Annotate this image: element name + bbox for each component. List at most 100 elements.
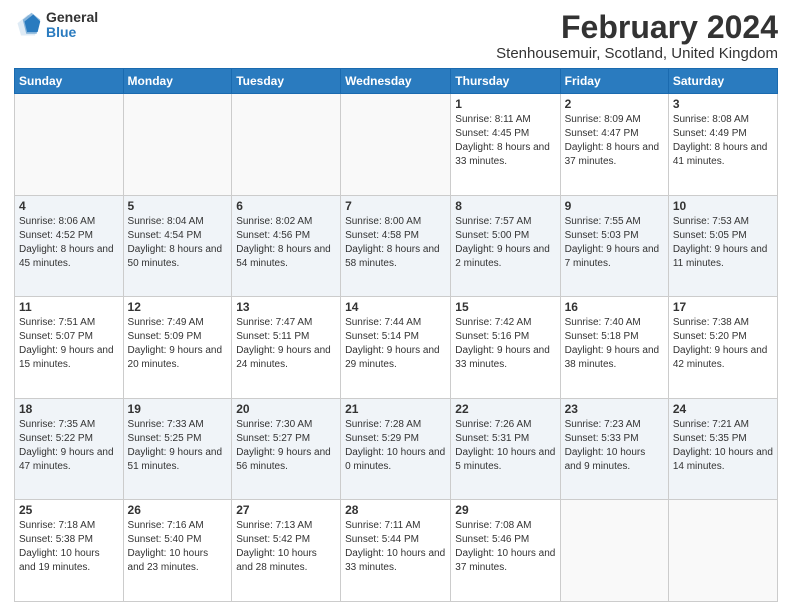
col-thursday: Thursday bbox=[451, 69, 560, 94]
day-info: Sunrise: 7:33 AM Sunset: 5:25 PM Dayligh… bbox=[128, 418, 228, 474]
calendar-body: 1 Sunrise: 8:11 AM Sunset: 4:45 PM Daylig… bbox=[15, 94, 778, 602]
calendar-title: February 2024 bbox=[496, 10, 778, 45]
week-row-2: 11 Sunrise: 7:51 AM Sunset: 5:07 PM Dayli… bbox=[15, 297, 778, 399]
day-cell: 10 Sunrise: 7:53 AM Sunset: 5:05 PM Dayli… bbox=[668, 195, 777, 297]
day-cell: 13Sunrise: 7:47 AM Sunset: 5:11 PM Dayli… bbox=[232, 297, 341, 399]
day-cell: 5 Sunrise: 8:04 AM Sunset: 4:54 PM Daylig… bbox=[123, 195, 232, 297]
day-number: 14 bbox=[345, 300, 446, 314]
logo-general-text: General bbox=[46, 10, 98, 25]
day-cell: 2 Sunrise: 8:09 AM Sunset: 4:47 PM Daylig… bbox=[560, 94, 668, 196]
day-cell: 20 Sunrise: 7:30 AM Sunset: 5:27 PM Dayli… bbox=[232, 398, 341, 500]
day-number: 6 bbox=[236, 199, 336, 213]
day-cell bbox=[560, 500, 668, 602]
col-tuesday: Tuesday bbox=[232, 69, 341, 94]
day-cell: 15Sunrise: 7:42 AM Sunset: 5:16 PM Dayli… bbox=[451, 297, 560, 399]
day-cell: 28 Sunrise: 7:11 AM Sunset: 5:44 PM Dayli… bbox=[341, 500, 451, 602]
week-row-4: 25 Sunrise: 7:18 AM Sunset: 5:38 PM Dayli… bbox=[15, 500, 778, 602]
calendar-subtitle: Stenhousemuir, Scotland, United Kingdom bbox=[496, 45, 778, 62]
day-number: 11 bbox=[19, 300, 119, 314]
day-info: Sunrise: 7:40 AM Sunset: 5:18 PM Dayligh… bbox=[565, 316, 664, 372]
day-number: 13 bbox=[236, 300, 336, 314]
day-info: Sunrise: 8:09 AM Sunset: 4:47 PM Dayligh… bbox=[565, 113, 664, 169]
week-row-3: 18Sunrise: 7:35 AM Sunset: 5:22 PM Dayli… bbox=[15, 398, 778, 500]
day-info: Sunrise: 8:11 AM Sunset: 4:45 PM Dayligh… bbox=[455, 113, 555, 169]
week-row-1: 4Sunrise: 8:06 AM Sunset: 4:52 PM Daylig… bbox=[15, 195, 778, 297]
day-number: 1 bbox=[455, 97, 555, 111]
calendar-table: Sunday Monday Tuesday Wednesday Thursday… bbox=[14, 68, 778, 602]
day-info: Sunrise: 7:55 AM Sunset: 5:03 PM Dayligh… bbox=[565, 215, 664, 271]
day-info: Sunrise: 7:11 AM Sunset: 5:44 PM Dayligh… bbox=[345, 519, 446, 575]
day-info: Sunrise: 8:04 AM Sunset: 4:54 PM Dayligh… bbox=[128, 215, 228, 271]
day-info: Sunrise: 7:21 AM Sunset: 5:35 PM Dayligh… bbox=[673, 418, 773, 474]
day-number: 3 bbox=[673, 97, 773, 111]
logo-blue-text: Blue bbox=[46, 25, 98, 40]
header-row: Sunday Monday Tuesday Wednesday Thursday… bbox=[15, 69, 778, 94]
day-number: 27 bbox=[236, 503, 336, 517]
day-info: Sunrise: 8:00 AM Sunset: 4:58 PM Dayligh… bbox=[345, 215, 446, 271]
day-info: Sunrise: 7:51 AM Sunset: 5:07 PM Dayligh… bbox=[19, 316, 119, 372]
header: General Blue February 2024 Stenhousemuir… bbox=[14, 10, 778, 62]
day-number: 4 bbox=[19, 199, 119, 213]
day-number: 7 bbox=[345, 199, 446, 213]
day-cell bbox=[668, 500, 777, 602]
day-cell: 17 Sunrise: 7:38 AM Sunset: 5:20 PM Dayli… bbox=[668, 297, 777, 399]
col-monday: Monday bbox=[123, 69, 232, 94]
day-number: 9 bbox=[565, 199, 664, 213]
day-info: Sunrise: 7:16 AM Sunset: 5:40 PM Dayligh… bbox=[128, 519, 228, 575]
day-number: 5 bbox=[128, 199, 228, 213]
day-cell: 4Sunrise: 8:06 AM Sunset: 4:52 PM Daylig… bbox=[15, 195, 124, 297]
day-cell: 14 Sunrise: 7:44 AM Sunset: 5:14 PM Dayli… bbox=[341, 297, 451, 399]
day-cell: 25 Sunrise: 7:18 AM Sunset: 5:38 PM Dayli… bbox=[15, 500, 124, 602]
day-cell: 22 Sunrise: 7:26 AM Sunset: 5:31 PM Dayli… bbox=[451, 398, 560, 500]
day-number: 28 bbox=[345, 503, 446, 517]
day-cell: 26Sunrise: 7:16 AM Sunset: 5:40 PM Dayli… bbox=[123, 500, 232, 602]
day-number: 20 bbox=[236, 402, 336, 416]
logo-icon bbox=[14, 11, 42, 39]
day-cell: 21Sunrise: 7:28 AM Sunset: 5:29 PM Dayli… bbox=[341, 398, 451, 500]
day-cell: 19 Sunrise: 7:33 AM Sunset: 5:25 PM Dayli… bbox=[123, 398, 232, 500]
week-row-0: 1 Sunrise: 8:11 AM Sunset: 4:45 PM Daylig… bbox=[15, 94, 778, 196]
day-cell: 9 Sunrise: 7:55 AM Sunset: 5:03 PM Daylig… bbox=[560, 195, 668, 297]
day-number: 16 bbox=[565, 300, 664, 314]
day-info: Sunrise: 8:02 AM Sunset: 4:56 PM Dayligh… bbox=[236, 215, 336, 271]
day-info: Sunrise: 8:08 AM Sunset: 4:49 PM Dayligh… bbox=[673, 113, 773, 169]
day-cell bbox=[15, 94, 124, 196]
col-wednesday: Wednesday bbox=[341, 69, 451, 94]
day-info: Sunrise: 7:49 AM Sunset: 5:09 PM Dayligh… bbox=[128, 316, 228, 372]
day-info: Sunrise: 7:35 AM Sunset: 5:22 PM Dayligh… bbox=[19, 418, 119, 474]
day-number: 10 bbox=[673, 199, 773, 213]
day-info: Sunrise: 7:23 AM Sunset: 5:33 PM Dayligh… bbox=[565, 418, 664, 474]
day-number: 23 bbox=[565, 402, 664, 416]
day-cell: 23 Sunrise: 7:23 AM Sunset: 5:33 PM Dayli… bbox=[560, 398, 668, 500]
day-cell: 7 Sunrise: 8:00 AM Sunset: 4:58 PM Daylig… bbox=[341, 195, 451, 297]
logo: General Blue bbox=[14, 10, 98, 41]
day-number: 15 bbox=[455, 300, 555, 314]
day-cell: 1 Sunrise: 8:11 AM Sunset: 4:45 PM Daylig… bbox=[451, 94, 560, 196]
day-info: Sunrise: 7:57 AM Sunset: 5:00 PM Dayligh… bbox=[455, 215, 555, 271]
day-info: Sunrise: 7:44 AM Sunset: 5:14 PM Dayligh… bbox=[345, 316, 446, 372]
day-info: Sunrise: 7:18 AM Sunset: 5:38 PM Dayligh… bbox=[19, 519, 119, 575]
day-number: 8 bbox=[455, 199, 555, 213]
day-number: 17 bbox=[673, 300, 773, 314]
day-cell bbox=[341, 94, 451, 196]
logo-text: General Blue bbox=[46, 10, 98, 41]
col-friday: Friday bbox=[560, 69, 668, 94]
day-cell: 27 Sunrise: 7:13 AM Sunset: 5:42 PM Dayli… bbox=[232, 500, 341, 602]
day-info: Sunrise: 7:38 AM Sunset: 5:20 PM Dayligh… bbox=[673, 316, 773, 372]
day-info: Sunrise: 7:30 AM Sunset: 5:27 PM Dayligh… bbox=[236, 418, 336, 474]
day-cell: 6 Sunrise: 8:02 AM Sunset: 4:56 PM Daylig… bbox=[232, 195, 341, 297]
day-cell: 16 Sunrise: 7:40 AM Sunset: 5:18 PM Dayli… bbox=[560, 297, 668, 399]
day-info: Sunrise: 7:13 AM Sunset: 5:42 PM Dayligh… bbox=[236, 519, 336, 575]
day-cell: 29Sunrise: 7:08 AM Sunset: 5:46 PM Dayli… bbox=[451, 500, 560, 602]
day-info: Sunrise: 7:53 AM Sunset: 5:05 PM Dayligh… bbox=[673, 215, 773, 271]
day-info: Sunrise: 7:26 AM Sunset: 5:31 PM Dayligh… bbox=[455, 418, 555, 474]
day-number: 2 bbox=[565, 97, 664, 111]
day-number: 25 bbox=[19, 503, 119, 517]
day-cell: 24Sunrise: 7:21 AM Sunset: 5:35 PM Dayli… bbox=[668, 398, 777, 500]
day-cell: 12Sunrise: 7:49 AM Sunset: 5:09 PM Dayli… bbox=[123, 297, 232, 399]
day-number: 19 bbox=[128, 402, 228, 416]
day-cell: 11 Sunrise: 7:51 AM Sunset: 5:07 PM Dayli… bbox=[15, 297, 124, 399]
day-number: 22 bbox=[455, 402, 555, 416]
col-sunday: Sunday bbox=[15, 69, 124, 94]
day-cell bbox=[123, 94, 232, 196]
